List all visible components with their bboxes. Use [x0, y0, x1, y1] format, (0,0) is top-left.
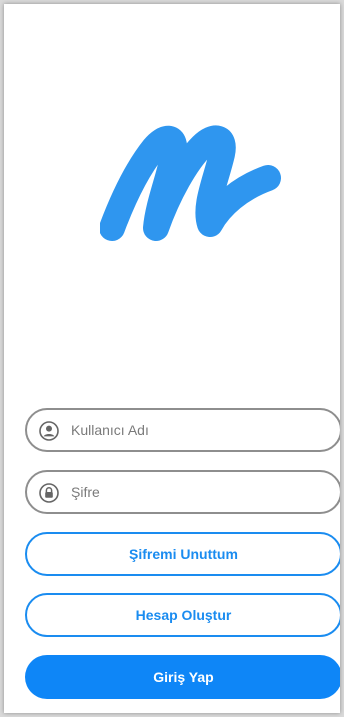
password-field[interactable] — [25, 470, 340, 514]
login-label: Giriş Yap — [153, 669, 214, 685]
login-button[interactable]: Giriş Yap — [25, 655, 340, 699]
username-field[interactable] — [25, 408, 340, 452]
password-input[interactable] — [71, 472, 321, 512]
user-circle-icon — [39, 421, 59, 441]
create-account-button[interactable]: Hesap Oluştur — [25, 593, 340, 637]
login-screen: Şifremi Unuttum Hesap Oluştur Giriş Yap — [4, 4, 340, 713]
lock-circle-icon — [39, 483, 59, 503]
forgot-password-label: Şifremi Unuttum — [129, 546, 238, 562]
create-account-label: Hesap Oluştur — [135, 607, 232, 623]
m-logo-icon — [100, 122, 284, 246]
username-input[interactable] — [71, 410, 321, 450]
forgot-password-button[interactable]: Şifremi Unuttum — [25, 532, 340, 576]
